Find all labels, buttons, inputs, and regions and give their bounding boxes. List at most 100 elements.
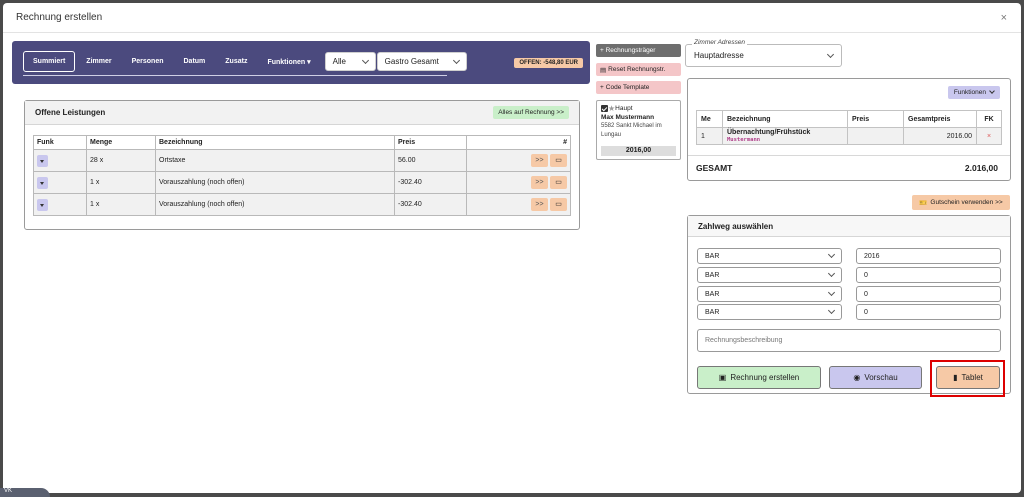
- bezeichnung-cell: Vorauszahlung (noch offen): [155, 193, 395, 216]
- code-template-button[interactable]: + Code Template: [596, 81, 681, 94]
- open-items-table-wrap: Funk Menge Bezeichnung Preis # 28 x Orts…: [25, 125, 579, 216]
- remove-icon[interactable]: ×: [987, 133, 991, 140]
- payment-amount-input-1[interactable]: 2016: [856, 248, 1001, 264]
- invoice-description-input[interactable]: Rechnungsbeschreibung: [697, 329, 1001, 352]
- create-invoice-label: Rechnung erstellen: [730, 373, 800, 382]
- gesamtpreis-cell: 2016.00: [903, 127, 977, 145]
- move-to-invoice-button[interactable]: >>: [531, 198, 548, 211]
- code-template-label: Code Template: [605, 84, 650, 91]
- open-items-table: Funk Menge Bezeichnung Preis # 28 x Orts…: [33, 135, 571, 216]
- col-menge: Menge: [86, 135, 156, 150]
- actions-cell: >> ▭: [466, 171, 571, 194]
- create-invoice-button[interactable]: ▣ Rechnung erstellen: [697, 366, 821, 389]
- table-row: 1 x Vorauszahlung (noch offen) -302.40 >…: [33, 171, 571, 194]
- payment-method-value: BAR: [705, 271, 720, 279]
- checkbox-checked-icon[interactable]: [601, 105, 608, 112]
- cash-icon-button[interactable]: ▭: [550, 154, 567, 167]
- functions-button[interactable]: Funktionen: [947, 85, 1000, 99]
- actions-cell: >> ▭: [466, 149, 571, 172]
- preis-cell: [847, 127, 904, 145]
- menge-cell: 1 x: [86, 171, 156, 194]
- payment-method-value: BAR: [705, 252, 720, 260]
- bezeichnung-cell: Übernachtung/Frühstück Mustermann: [722, 127, 848, 145]
- row-menu-button[interactable]: [37, 176, 48, 189]
- table-row: 1 Übernachtung/Frühstück Mustermann 2016…: [696, 127, 1002, 145]
- col-me: Me: [696, 110, 723, 128]
- money-icon: ▣: [718, 373, 727, 382]
- filter-select-alle[interactable]: Alle: [324, 52, 376, 71]
- funk-cell: [33, 149, 87, 172]
- invoice-items-table: Me Bezeichnung Preis Gesamtpreis FK 1 Üb…: [696, 110, 1002, 145]
- room-address-field: Zimmer Adressen Hauptadresse: [685, 39, 842, 67]
- tab-personen[interactable]: Personen: [123, 51, 173, 72]
- preis-cell: -302.40: [394, 193, 467, 216]
- payment-method-select-4[interactable]: BAR: [697, 304, 842, 320]
- col-gesamtpreis: Gesamtpreis: [903, 110, 977, 128]
- col-bezeichnung: Bezeichnung: [155, 135, 395, 150]
- payment-header: Zahlweg auswählen: [688, 216, 1010, 237]
- tab-zimmer[interactable]: Zimmer: [77, 51, 120, 72]
- recipient-total: 2016,00: [601, 146, 676, 156]
- col-funk: Funk: [33, 135, 87, 150]
- move-to-invoice-button[interactable]: >>: [531, 154, 548, 167]
- row-menu-button[interactable]: [37, 198, 48, 211]
- add-recipient-button[interactable]: + Rechnungsträger: [596, 44, 681, 57]
- preview-label: Vorschau: [864, 373, 898, 382]
- payment-amount-value: 0: [864, 271, 868, 279]
- invoice-items-table-wrap: Me Bezeichnung Preis Gesamtpreis FK 1 Üb…: [688, 105, 1010, 145]
- voucher-button[interactable]: 🎫 Gutschein verwenden >>: [912, 195, 1010, 210]
- bezeichnung-cell: Vorauszahlung (noch offen): [155, 171, 395, 194]
- all-to-invoice-button[interactable]: Alles auf Rechnung >>: [493, 106, 569, 119]
- col-actions: #: [466, 135, 571, 150]
- room-address-legend: Zimmer Adressen: [692, 39, 748, 46]
- table-row: 28 x Ortstaxe 56.00 >> ▭: [33, 149, 571, 172]
- close-icon[interactable]: ×: [1001, 12, 1007, 24]
- tab-summiert[interactable]: Summiert: [23, 51, 76, 72]
- filter-select-gastro[interactable]: Gastro Gesamt: [376, 52, 467, 71]
- modal-title: Rechnung erstellen: [16, 12, 103, 23]
- functions-label: Funktionen: [953, 88, 986, 96]
- recipient-label: Haupt: [615, 105, 633, 113]
- voucher-label: Gutschein verwenden >>: [930, 199, 1003, 206]
- payment-amount-input-4[interactable]: 0: [856, 304, 1001, 320]
- tab-funktionen[interactable]: Funktionen ▾: [258, 51, 319, 72]
- filter-toolbar: Summiert Zimmer Personen Datum Zusatz Fu…: [12, 41, 590, 84]
- payment-amount-input-2[interactable]: 0: [856, 267, 1001, 283]
- payment-method-select-1[interactable]: BAR: [697, 248, 842, 264]
- invoice-items-toolbar: Funktionen: [688, 79, 1010, 105]
- cash-icon-button[interactable]: ▭: [550, 176, 567, 189]
- room-address-select[interactable]: Hauptadresse: [686, 45, 841, 66]
- chevron-down-icon: [989, 88, 995, 94]
- preis-cell: 56.00: [394, 149, 467, 172]
- menge-cell: 28 x: [86, 149, 156, 172]
- cash-icon-button[interactable]: ▭: [550, 198, 567, 211]
- fk-cell: ×: [976, 127, 1002, 145]
- open-balance-badge: OFFEN: -548,80 EUR: [514, 58, 583, 68]
- recipient-card[interactable]: ★Haupt Max Mustermann 5582 Sankt Michael…: [596, 100, 681, 160]
- recipient-card-head: ★Haupt: [601, 104, 676, 113]
- reset-recipient-button[interactable]: ▤ Reset Rechnungstr.: [596, 63, 681, 76]
- chevron-down-icon: [827, 269, 836, 278]
- payment-method-value: BAR: [705, 308, 720, 316]
- plus-icon: +: [600, 84, 604, 91]
- eye-icon: ◉: [853, 373, 861, 382]
- invoice-total-row: GESAMT 2.016,00: [696, 159, 998, 177]
- chevron-down-icon: [826, 50, 835, 58]
- payment-amount-value: 0: [864, 290, 868, 298]
- payment-amount-value: 2016: [864, 252, 880, 260]
- tab-zusatz[interactable]: Zusatz: [216, 51, 256, 72]
- item-name: Übernachtung/Frühstück: [727, 129, 811, 136]
- payment-amount-input-3[interactable]: 0: [856, 286, 1001, 302]
- preview-button[interactable]: ◉ Vorschau: [829, 366, 922, 389]
- payment-amount-value: 0: [864, 308, 868, 316]
- row-menu-button[interactable]: [37, 154, 48, 167]
- move-to-invoice-button[interactable]: >>: [531, 176, 548, 189]
- bezeichnung-cell: Ortstaxe: [155, 149, 395, 172]
- menge-cell: 1 x: [86, 193, 156, 216]
- chevron-down-icon: [827, 306, 836, 315]
- view-tabs: Summiert Zimmer Personen Datum Zusatz Fu…: [23, 51, 467, 72]
- payment-method-select-2[interactable]: BAR: [697, 267, 842, 283]
- payment-method-select-3[interactable]: BAR: [697, 286, 842, 302]
- tab-datum[interactable]: Datum: [175, 51, 215, 72]
- chevron-down-icon: [361, 56, 369, 64]
